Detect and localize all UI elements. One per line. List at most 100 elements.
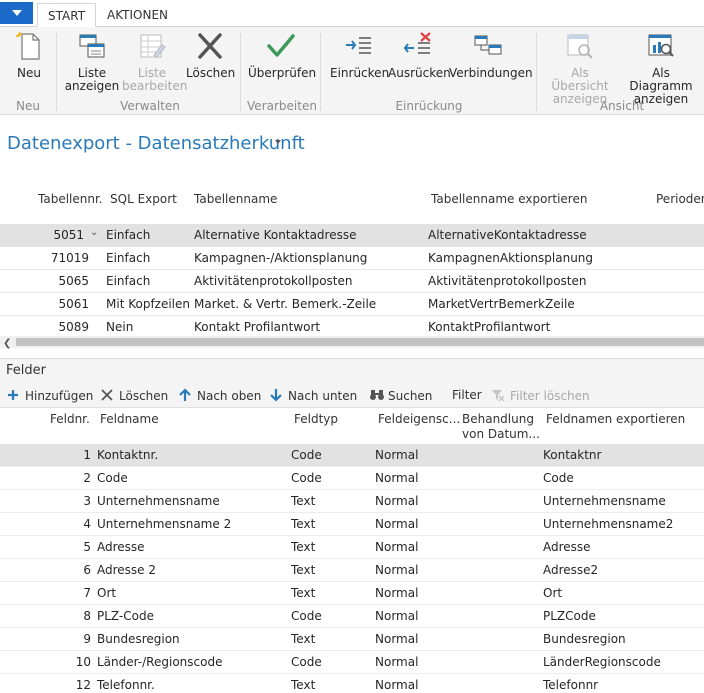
cell-feldname: PLZ-Code xyxy=(97,609,154,623)
cell-feldnr: 8 xyxy=(83,609,91,623)
col-header-behandlung-1[interactable]: Behandlung xyxy=(462,412,534,426)
group-label-neu: Neu xyxy=(16,99,40,113)
cell-sql-export: Einfach xyxy=(106,251,151,265)
cell-feldname-export: Adresse xyxy=(543,540,591,554)
new-button[interactable]: Neu xyxy=(6,31,52,80)
col-header-perioden[interactable]: Perioden xyxy=(656,192,704,206)
ribbon: Neu Liste anzeigen Liste bearbeiten Lösc… xyxy=(0,27,704,115)
cell-sql-export: Einfach xyxy=(106,228,151,242)
col-header-tabellennr[interactable]: Tabellennr. xyxy=(38,192,103,206)
group-label-einrueckung: Einrückung xyxy=(395,99,463,113)
table-row[interactable]: 5061 Mit Kopfzeilen Market. & Vertr. Bem… xyxy=(0,293,704,316)
cell-feldname-export: Code xyxy=(543,471,574,485)
table-row[interactable]: 5051 ⌄ Einfach Alternative Kontaktadress… xyxy=(0,224,704,247)
ribbon-separator xyxy=(56,33,57,111)
add-button[interactable]: Hinzufügen xyxy=(6,388,93,403)
list-item[interactable]: 9 Bundesregion Text Normal Bundesregion xyxy=(0,628,704,651)
app-menu-button[interactable] xyxy=(0,2,33,24)
cell-feldname-export: Unternehmensname xyxy=(543,494,666,508)
ribbon-separator xyxy=(536,33,537,111)
list-item[interactable]: 10 Länder-/Regionscode Code Normal Lände… xyxy=(0,651,704,674)
cell-feldname: Telefonnr. xyxy=(97,678,155,692)
overview-label-1: Als Übersicht xyxy=(551,66,609,93)
col-header-feldnamen-exportieren[interactable]: Feldnamen exportieren xyxy=(546,412,685,426)
remove-button[interactable]: Löschen xyxy=(100,388,168,403)
list-item[interactable]: 2 Code Code Normal Code xyxy=(0,467,704,490)
horizontal-scrollbar[interactable]: ❮ xyxy=(0,336,704,349)
tab-aktionen[interactable]: AKTIONEN xyxy=(97,3,178,27)
list-edit-button[interactable]: Liste bearbeiten xyxy=(122,31,187,93)
move-up-button[interactable]: Nach oben xyxy=(178,388,261,403)
cell-feldnr: 9 xyxy=(83,632,91,646)
list-item[interactable]: 12 Telefonnr. Text Normal Telefonnr xyxy=(0,674,704,693)
col-header-feldtyp[interactable]: Feldtyp xyxy=(294,412,338,426)
cell-tabellenname: Market. & Vertr. Bemerk.-Zeile xyxy=(194,297,377,311)
cell-feldname-export: LänderRegionscode xyxy=(543,655,661,669)
cell-feldnr: 10 xyxy=(75,655,91,669)
group-label-verarbeiten: Verarbeiten xyxy=(247,99,317,113)
cell-feldtyp: Text xyxy=(291,494,316,508)
cell-feldeigenschaft: Normal xyxy=(375,448,419,462)
cell-feldname: Adresse 2 xyxy=(97,563,157,577)
col-header-sql-export[interactable]: SQL Export xyxy=(110,192,177,206)
col-header-behandlung-2[interactable]: von Datum... xyxy=(462,427,540,441)
connections-button[interactable]: Verbindungen xyxy=(449,31,533,80)
cell-feldeigenschaft: Normal xyxy=(375,632,419,646)
list-item[interactable]: 4 Unternehmensname 2 Text Normal Unterne… xyxy=(0,513,704,536)
overview-button[interactable]: Als Übersicht anzeigen xyxy=(542,31,618,106)
col-header-feldname[interactable]: Feldname xyxy=(100,412,159,426)
tab-start[interactable]: START xyxy=(37,3,97,27)
indent-button-label: Einrücken xyxy=(330,66,390,80)
scroll-left-icon[interactable]: ❮ xyxy=(3,338,11,349)
indent-button[interactable]: Einrücken xyxy=(330,31,390,80)
new-button-label: Neu xyxy=(17,66,41,80)
cell-feldname-export: Unternehmensname2 xyxy=(543,517,674,531)
indent-icon xyxy=(342,31,374,61)
cell-feldname-export: Kontaktnr xyxy=(543,448,602,462)
scrollbar-thumb[interactable] xyxy=(16,338,704,346)
list-item[interactable]: 7 Ort Text Normal Ort xyxy=(0,582,704,605)
list-view-button[interactable]: Liste anzeigen xyxy=(64,31,120,93)
chevron-down-icon xyxy=(12,10,22,16)
felder-panel-header: Felder xyxy=(0,358,704,382)
table-row[interactable]: 5065 Einfach Aktivitätenprotokollposten … xyxy=(0,270,704,293)
cell-feldname-export: Bundesregion xyxy=(543,632,626,646)
col-header-tabellenname-exportieren[interactable]: Tabellenname exportieren xyxy=(431,192,587,206)
clear-filter-button[interactable]: Filter löschen xyxy=(491,388,590,403)
outdent-button[interactable]: Ausrücken xyxy=(388,31,451,80)
list-item[interactable]: 3 Unternehmensname Text Normal Unternehm… xyxy=(0,490,704,513)
list-item[interactable]: 8 PLZ-Code Code Normal PLZCode xyxy=(0,605,704,628)
cell-feldeigenschaft: Normal xyxy=(375,655,419,669)
cell-feldname: Kontaktnr. xyxy=(97,448,159,462)
col-header-tabellenname[interactable]: Tabellenname xyxy=(194,192,277,206)
cell-feldeigenschaft: Normal xyxy=(375,609,419,623)
col-header-feldnr[interactable]: Feldnr. xyxy=(50,412,90,426)
move-down-button[interactable]: Nach unten xyxy=(269,388,357,403)
table-row[interactable]: 71019 Einfach Kampagnen-/Aktionsplanung … xyxy=(0,247,704,270)
table-row[interactable]: 5089 Nein Kontakt Profilantwort KontaktP… xyxy=(0,316,704,336)
move-down-button-label: Nach unten xyxy=(288,389,358,403)
delete-button[interactable]: Löschen xyxy=(186,31,235,80)
list-item[interactable]: 1 Kontaktnr. Code Normal Kontaktnr xyxy=(0,444,704,467)
chart-button[interactable]: Als Diagramm anzeigen xyxy=(621,31,701,106)
cell-feldtyp: Code xyxy=(291,448,322,462)
list-item[interactable]: 5 Adresse Text Normal Adresse xyxy=(0,536,704,559)
cell-feldtyp: Text xyxy=(291,563,316,577)
connections-button-label: Verbindungen xyxy=(449,66,533,80)
cell-tabellenname: Kampagnen-/Aktionsplanung xyxy=(194,251,368,265)
clear-filter-icon xyxy=(491,388,505,402)
cell-sql-export: Mit Kopfzeilen xyxy=(106,297,190,311)
search-button[interactable]: Suchen xyxy=(369,388,432,403)
cell-feldtyp: Text xyxy=(291,678,316,692)
cell-feldname: Code xyxy=(97,471,128,485)
chevron-down-icon[interactable]: ⌄ xyxy=(90,227,98,238)
list-view-icon xyxy=(76,31,108,61)
check-button[interactable]: Überprüfen xyxy=(248,31,316,80)
cell-feldtyp: Code xyxy=(291,655,322,669)
col-header-feldeigenschaft[interactable]: Feldeigensc... xyxy=(378,412,460,426)
filter-button[interactable]: Filter xyxy=(452,388,482,402)
title-dropdown-icon[interactable] xyxy=(275,140,281,144)
cell-feldeigenschaft: Normal xyxy=(375,678,419,692)
cell-tabellennr: 5065 xyxy=(58,274,89,288)
list-item[interactable]: 6 Adresse 2 Text Normal Adresse2 xyxy=(0,559,704,582)
